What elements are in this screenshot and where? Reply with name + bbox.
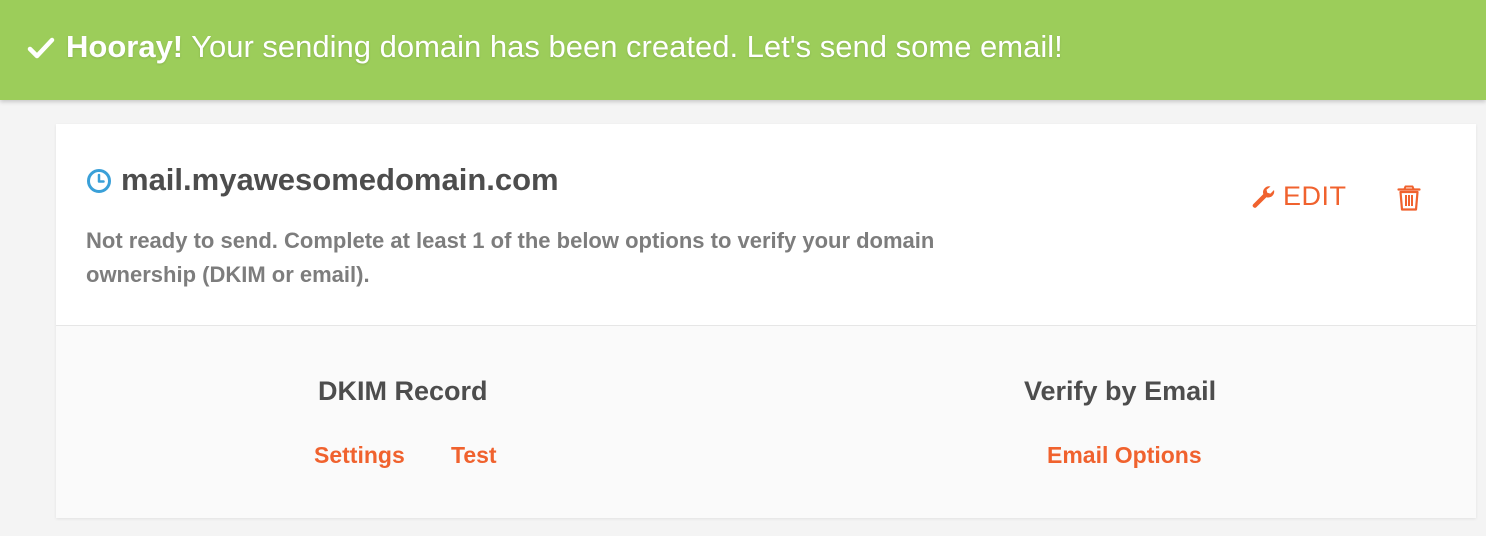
domain-status-text: Not ready to send. Complete at least 1 o… (86, 228, 935, 287)
email-options-link[interactable]: Email Options (1047, 442, 1202, 469)
domain-name: mail.myawesomedomain.com (121, 162, 559, 197)
dkim-test-link[interactable]: Test (451, 442, 497, 469)
dkim-settings-link[interactable]: Settings (314, 442, 405, 469)
trash-icon[interactable] (1395, 184, 1423, 212)
dkim-record-title: DKIM Record (318, 376, 488, 406)
verify-by-email-title: Verify by Email (1024, 376, 1217, 406)
banner-strong: Hooray! (66, 29, 184, 64)
wrench-icon (1252, 185, 1275, 208)
edit-label: EDIT (1283, 181, 1347, 211)
check-icon (27, 37, 55, 59)
edit-button[interactable]: EDIT (1249, 181, 1347, 212)
domain-header: mail.myawesomedomain.com Not ready to se… (56, 124, 1476, 326)
verification-options: DKIM Record Settings Test Verify by Emai… (56, 326, 1476, 518)
success-banner: Hooray! Your sending domain has been crea… (0, 0, 1486, 100)
banner-message: Hooray! Your sending domain has been crea… (66, 29, 1063, 65)
banner-text: Your sending domain has been created. Le… (191, 29, 1063, 64)
domain-card: mail.myawesomedomain.com Not ready to se… (56, 124, 1476, 518)
clock-icon (87, 169, 111, 193)
